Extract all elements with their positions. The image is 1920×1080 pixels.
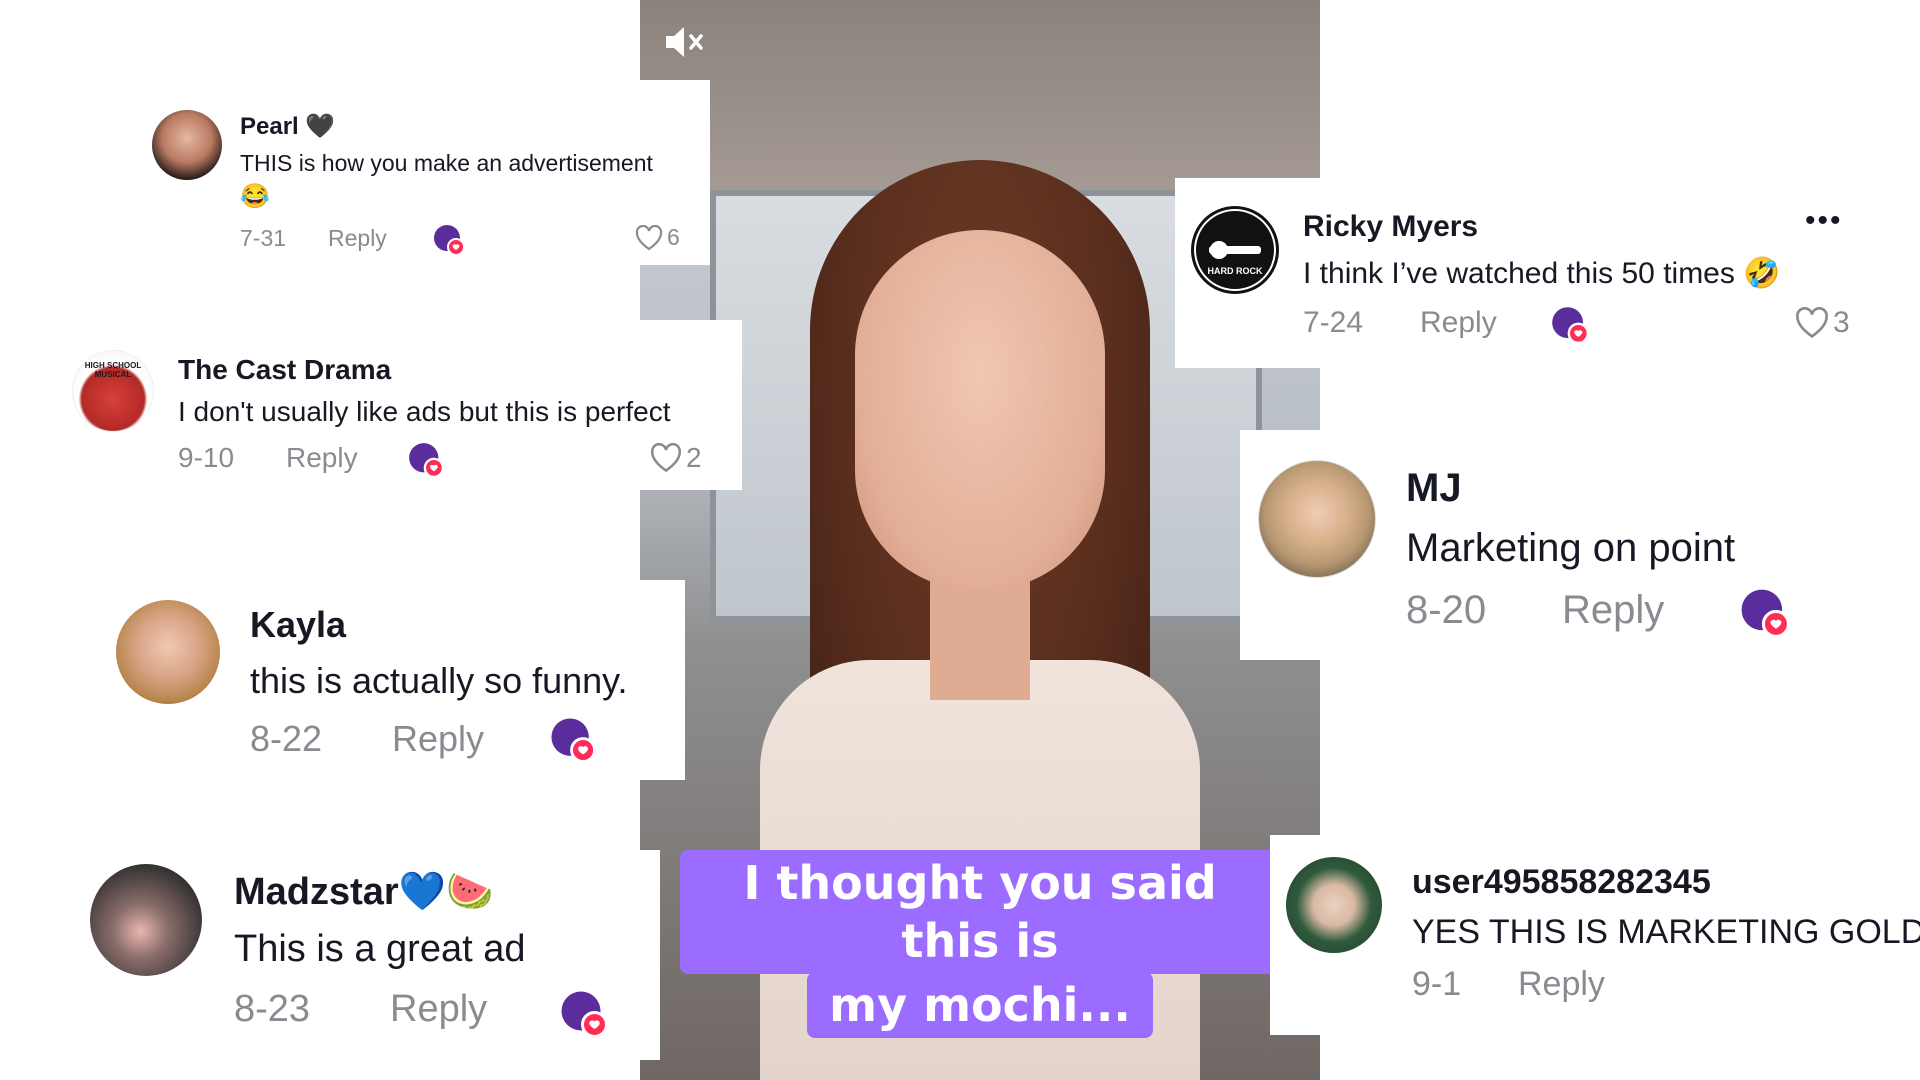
comment-date: 8-20 [1406, 588, 1487, 632]
comment-username[interactable]: Ricky Myers [1303, 210, 1478, 244]
more-options-button[interactable]: ••• [1805, 204, 1843, 238]
comment-username[interactable]: The Cast Drama [178, 354, 391, 386]
caption-line-1: I thought you said this is [680, 850, 1280, 974]
comment-date: 7-24 [1303, 306, 1364, 339]
comment-card: Madzstar💙🍉 This is a great ad 8-23 Reply [80, 850, 660, 1060]
comment-date: 8-22 [250, 718, 323, 759]
avatar-text: HIGH SCHOOL MUSICAL [84, 361, 142, 379]
avatar[interactable] [116, 600, 220, 704]
comment-text: I think I’ve watched this 50 times 🤣 [1303, 256, 1781, 291]
comment-card: HARD ROCK Ricky Myers I think I’ve watch… [1175, 178, 1875, 368]
comment-date: 8-23 [234, 988, 311, 1030]
comment-card: Kayla this is actually so funny. 8-22 Re… [100, 580, 685, 780]
comment-username[interactable]: Pearl 🖤 [240, 112, 335, 141]
comment-text: THIS is how you make an advertisement [240, 150, 653, 176]
comment-card: MJ Marketing on point 8-20 Reply [1240, 430, 1900, 660]
guitar-icon [1194, 209, 1276, 291]
comment-text: this is actually so funny. [250, 660, 628, 701]
avatar[interactable] [152, 110, 222, 180]
username-text: Pearl [240, 113, 299, 140]
mochi-badge-icon [1741, 589, 1790, 638]
comment-card: HIGH SCHOOL MUSICAL The Cast Drama I don… [62, 320, 742, 490]
mochi-badge-icon [551, 718, 596, 763]
reply-button[interactable]: Reply [1420, 306, 1497, 340]
comment-text-body: I think I’ve watched this 50 times [1303, 257, 1735, 290]
reply-button[interactable]: Reply [1562, 588, 1664, 633]
comment-text: I don't usually like ads but this is per… [178, 396, 671, 427]
comment-username[interactable]: MJ [1406, 466, 1462, 511]
heart-outline-icon [1796, 307, 1828, 338]
like-button[interactable]: 3 [1795, 306, 1850, 340]
comment-text: This is a great ad [234, 928, 526, 970]
mochi-badge-icon [409, 443, 444, 478]
comment-card: Pearl 🖤 THIS is how you make an advertis… [140, 80, 710, 265]
like-button[interactable]: 6 [635, 224, 680, 251]
like-count: 6 [667, 224, 680, 250]
avatar-text: HARD ROCK [1207, 266, 1263, 276]
black-heart-icon: 🖤 [305, 113, 336, 140]
speaker-muted-icon [666, 27, 703, 57]
mute-button[interactable] [660, 22, 710, 62]
comment-date: 9-10 [178, 442, 235, 473]
comment-text: Marketing on point [1406, 526, 1736, 570]
comment-username[interactable]: Kayla [250, 604, 346, 646]
comment-username[interactable]: Madzstar💙🍉 [234, 870, 493, 914]
person-face [855, 230, 1105, 590]
comment-username[interactable]: user495858282345 [1412, 863, 1711, 902]
like-count: 3 [1833, 306, 1850, 339]
caption-line-2: my mochi... [807, 972, 1153, 1038]
heart-outline-icon [635, 224, 663, 250]
avatar[interactable]: HARD ROCK [1191, 206, 1279, 294]
rofl-emoji-icon: 🤣 [1743, 257, 1781, 290]
mochi-badge-icon [1552, 307, 1589, 344]
comment-date: 7-31 [240, 225, 287, 251]
video-caption: I thought you said this is my mochi... [680, 850, 1280, 1038]
reply-button[interactable]: Reply [390, 988, 487, 1031]
video-player[interactable]: I thought you said this is my mochi... [640, 0, 1320, 1080]
like-button[interactable]: 2 [650, 442, 702, 474]
comment-text: YES THIS IS MARKETING GOLD [1412, 913, 1920, 951]
laughing-emoji-icon: 😂 [240, 183, 270, 210]
like-count: 2 [686, 442, 702, 473]
avatar[interactable] [1258, 460, 1376, 578]
mochi-badge-icon [434, 225, 465, 256]
comment-card: user495858282345 YES THIS IS MARKETING G… [1270, 835, 1920, 1035]
comment-date: 9-1 [1412, 965, 1462, 1003]
reply-button[interactable]: Reply [286, 442, 358, 474]
reply-button[interactable]: Reply [328, 225, 387, 252]
blue-heart-watermelon-icons: 💙🍉 [398, 871, 494, 913]
avatar[interactable] [90, 864, 202, 976]
avatar[interactable]: HIGH SCHOOL MUSICAL [72, 350, 154, 432]
username-text: Madzstar [234, 871, 399, 913]
reply-button[interactable]: Reply [1518, 965, 1605, 1004]
avatar[interactable] [1286, 857, 1382, 953]
reply-button[interactable]: Reply [392, 718, 484, 760]
heart-outline-icon [651, 443, 681, 473]
mochi-badge-icon [561, 991, 608, 1038]
